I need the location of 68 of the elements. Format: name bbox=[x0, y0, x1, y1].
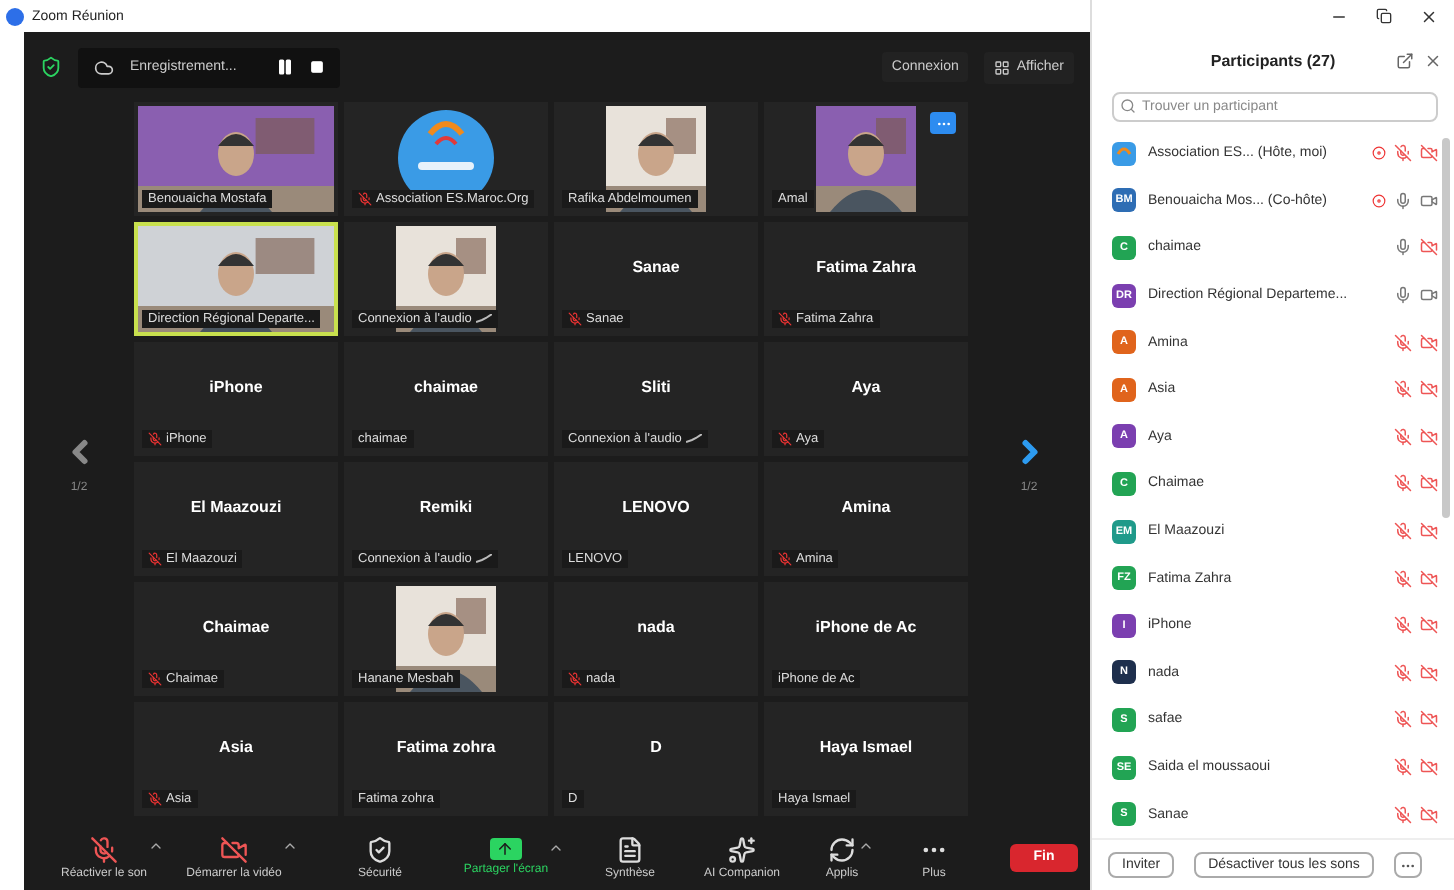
participant-name: El Maazouzi bbox=[190, 498, 282, 516]
participant-name: iPhone bbox=[209, 378, 263, 396]
stop-icon[interactable] bbox=[310, 60, 325, 74]
avatar-logo-icon bbox=[1112, 141, 1136, 166]
zoom-logo-icon bbox=[6, 7, 24, 25]
video-off-icon[interactable] bbox=[1420, 474, 1438, 493]
share-screen-icon bbox=[489, 838, 522, 860]
mic-off-icon[interactable] bbox=[1394, 380, 1412, 399]
panel-title: Participants (27) bbox=[1210, 51, 1336, 69]
video-off-icon[interactable] bbox=[1420, 569, 1438, 588]
mic-off-icon[interactable] bbox=[1394, 758, 1412, 777]
sparkle-icon bbox=[728, 835, 756, 863]
shield-icon bbox=[365, 835, 394, 863]
mic-off-icon[interactable] bbox=[1394, 474, 1412, 493]
video-off-icon[interactable] bbox=[1420, 333, 1438, 352]
participant-name: Fatima Zahra bbox=[816, 258, 916, 276]
restore-icon[interactable] bbox=[1376, 8, 1392, 24]
participant-name: chaimae bbox=[413, 378, 479, 396]
mic-off-icon[interactable] bbox=[1394, 569, 1412, 588]
video-off-icon[interactable] bbox=[1420, 238, 1438, 257]
mic-off-icon[interactable] bbox=[1394, 805, 1412, 824]
scrollbar[interactable] bbox=[1442, 138, 1450, 518]
video-off-icon[interactable] bbox=[1420, 380, 1438, 399]
participant-name: D bbox=[650, 738, 662, 756]
video-off-icon[interactable] bbox=[1420, 663, 1438, 682]
video-off-icon[interactable] bbox=[1420, 144, 1438, 163]
more-button[interactable] bbox=[1393, 852, 1422, 878]
participant-name: Chaimae bbox=[202, 618, 270, 636]
mic-off-icon[interactable] bbox=[1394, 616, 1412, 635]
close-icon[interactable] bbox=[1424, 51, 1442, 69]
participant-name: Amina bbox=[841, 498, 891, 516]
participant-name: Sliti bbox=[641, 378, 671, 396]
caret-icon[interactable] bbox=[548, 840, 565, 856]
mic-off-icon[interactable] bbox=[1394, 427, 1412, 446]
pop-out-icon[interactable] bbox=[1396, 51, 1414, 69]
close-icon[interactable] bbox=[1420, 7, 1438, 25]
mic-off-icon[interactable] bbox=[1394, 333, 1412, 352]
cloud-icon bbox=[94, 57, 114, 77]
video-off-icon[interactable] bbox=[1420, 710, 1438, 729]
video-off-icon[interactable] bbox=[1420, 805, 1438, 824]
mic-icon[interactable] bbox=[1394, 238, 1412, 257]
participant-name: Fatima zohra bbox=[396, 738, 496, 756]
mic-off-icon[interactable] bbox=[1394, 144, 1412, 163]
participant-name: Aya bbox=[851, 378, 881, 396]
participant-name: LENOVO bbox=[622, 498, 690, 516]
mic-off-icon[interactable] bbox=[1394, 663, 1412, 682]
mic-off-icon[interactable] bbox=[1394, 522, 1412, 541]
video-off-icon[interactable] bbox=[1420, 427, 1438, 446]
search-icon bbox=[1120, 98, 1136, 114]
video-off-icon[interactable] bbox=[1420, 616, 1438, 635]
pause-icon[interactable] bbox=[276, 58, 295, 76]
participant-name: Remiki bbox=[419, 498, 473, 516]
mic-off-icon[interactable] bbox=[1394, 710, 1412, 729]
participant-name: nada bbox=[637, 618, 675, 636]
participant-name: Sanae bbox=[632, 258, 680, 276]
video-icon[interactable] bbox=[1420, 191, 1438, 210]
grid-icon bbox=[994, 59, 1011, 75]
video-off-icon[interactable] bbox=[1420, 758, 1438, 777]
mic-icon[interactable] bbox=[1394, 191, 1412, 210]
video-icon[interactable] bbox=[1420, 286, 1438, 305]
mic-icon[interactable] bbox=[1394, 286, 1412, 305]
more-button[interactable] bbox=[930, 112, 956, 134]
video-off-icon[interactable] bbox=[1420, 522, 1438, 541]
participant-name: Asia bbox=[219, 738, 253, 756]
participant-name: iPhone de Ac bbox=[815, 618, 917, 636]
shield-icon bbox=[40, 56, 62, 78]
participant-name: Haya Ismael bbox=[819, 738, 913, 756]
document-icon bbox=[616, 835, 644, 863]
